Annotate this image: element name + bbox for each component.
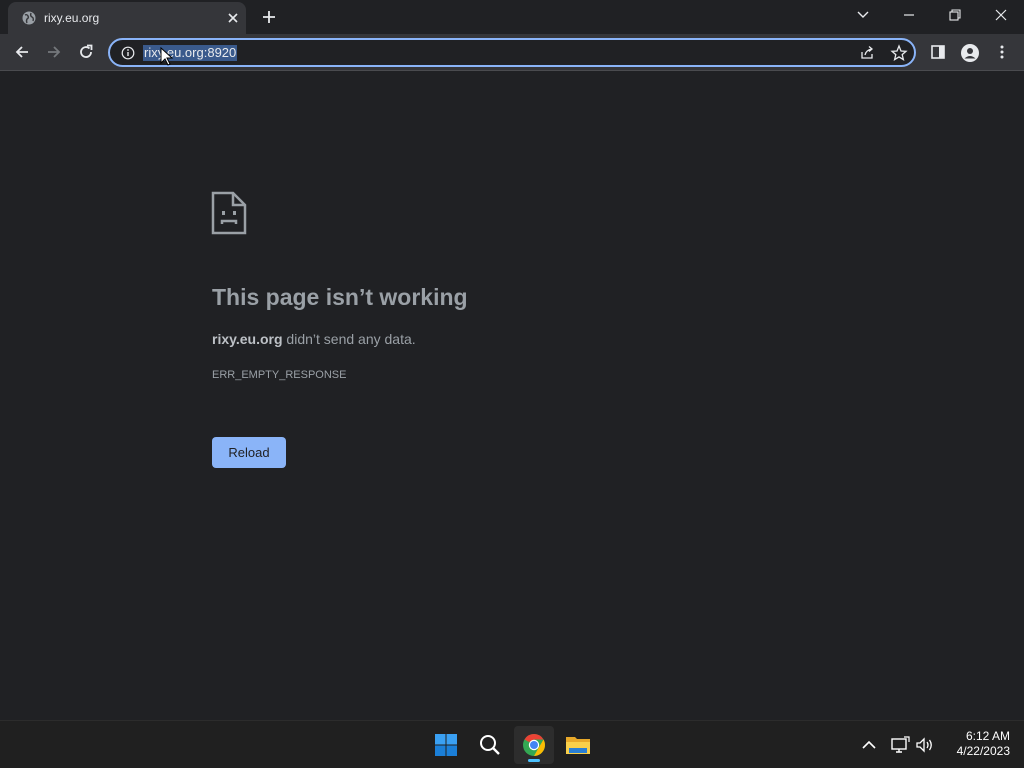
minimize-icon[interactable] — [896, 4, 922, 26]
error-title: This page isn’t working — [212, 284, 468, 310]
taskbar: 6:12 AM 4/22/2023 — [0, 720, 1024, 768]
start-icon[interactable] — [426, 726, 466, 764]
forward-arrow-icon[interactable] — [42, 41, 66, 65]
close-tab-icon[interactable] — [224, 9, 242, 27]
address-bar[interactable]: rixy.eu.org:8920 — [108, 38, 916, 67]
site-info-icon[interactable] — [120, 45, 136, 61]
active-app-indicator — [528, 759, 540, 762]
tab-active[interactable]: rixy.eu.org — [8, 2, 246, 34]
share-icon[interactable] — [858, 44, 876, 62]
tab-search-chevron-icon[interactable] — [850, 4, 876, 26]
mouse-cursor-icon — [160, 46, 174, 67]
browser-toolbar: rixy.eu.org:8920 — [0, 34, 1024, 71]
system-clock[interactable]: 6:12 AM 4/22/2023 — [944, 729, 1010, 759]
profile-avatar-icon[interactable] — [958, 41, 982, 65]
side-panel-icon[interactable] — [926, 41, 950, 65]
network-icon[interactable] — [890, 735, 910, 755]
error-message-text: didn’t send any data. — [282, 331, 416, 347]
clock-date: 4/22/2023 — [956, 744, 1010, 758]
file-explorer-icon[interactable] — [558, 726, 598, 764]
error-code: ERR_EMPTY_RESPONSE — [212, 369, 347, 381]
close-window-icon[interactable] — [988, 4, 1014, 26]
bookmark-star-icon[interactable] — [890, 44, 908, 62]
error-host: rixy.eu.org — [212, 331, 283, 347]
url-text[interactable]: rixy.eu.org:8920 — [143, 45, 238, 61]
back-arrow-icon[interactable] — [10, 41, 34, 65]
volume-icon[interactable] — [915, 735, 935, 755]
page-content: This page isn’t working rixy.eu.org didn… — [0, 71, 1024, 720]
chevron-up-icon[interactable] — [859, 735, 879, 755]
clock-time: 6:12 AM — [965, 729, 1010, 743]
globe-icon — [21, 10, 37, 26]
title-bar: rixy.eu.org — [0, 0, 1024, 34]
reload-button[interactable]: Reload — [212, 437, 286, 468]
new-tab-icon[interactable] — [259, 7, 279, 27]
error-message: rixy.eu.org didn’t send any data. — [212, 330, 416, 348]
chrome-icon[interactable] — [514, 726, 554, 764]
menu-kebab-icon[interactable] — [990, 41, 1014, 65]
sad-document-icon — [211, 191, 247, 235]
search-icon[interactable] — [470, 726, 510, 764]
tab-title: rixy.eu.org — [44, 11, 100, 25]
refresh-icon[interactable] — [74, 41, 98, 65]
restore-icon[interactable] — [942, 4, 968, 26]
